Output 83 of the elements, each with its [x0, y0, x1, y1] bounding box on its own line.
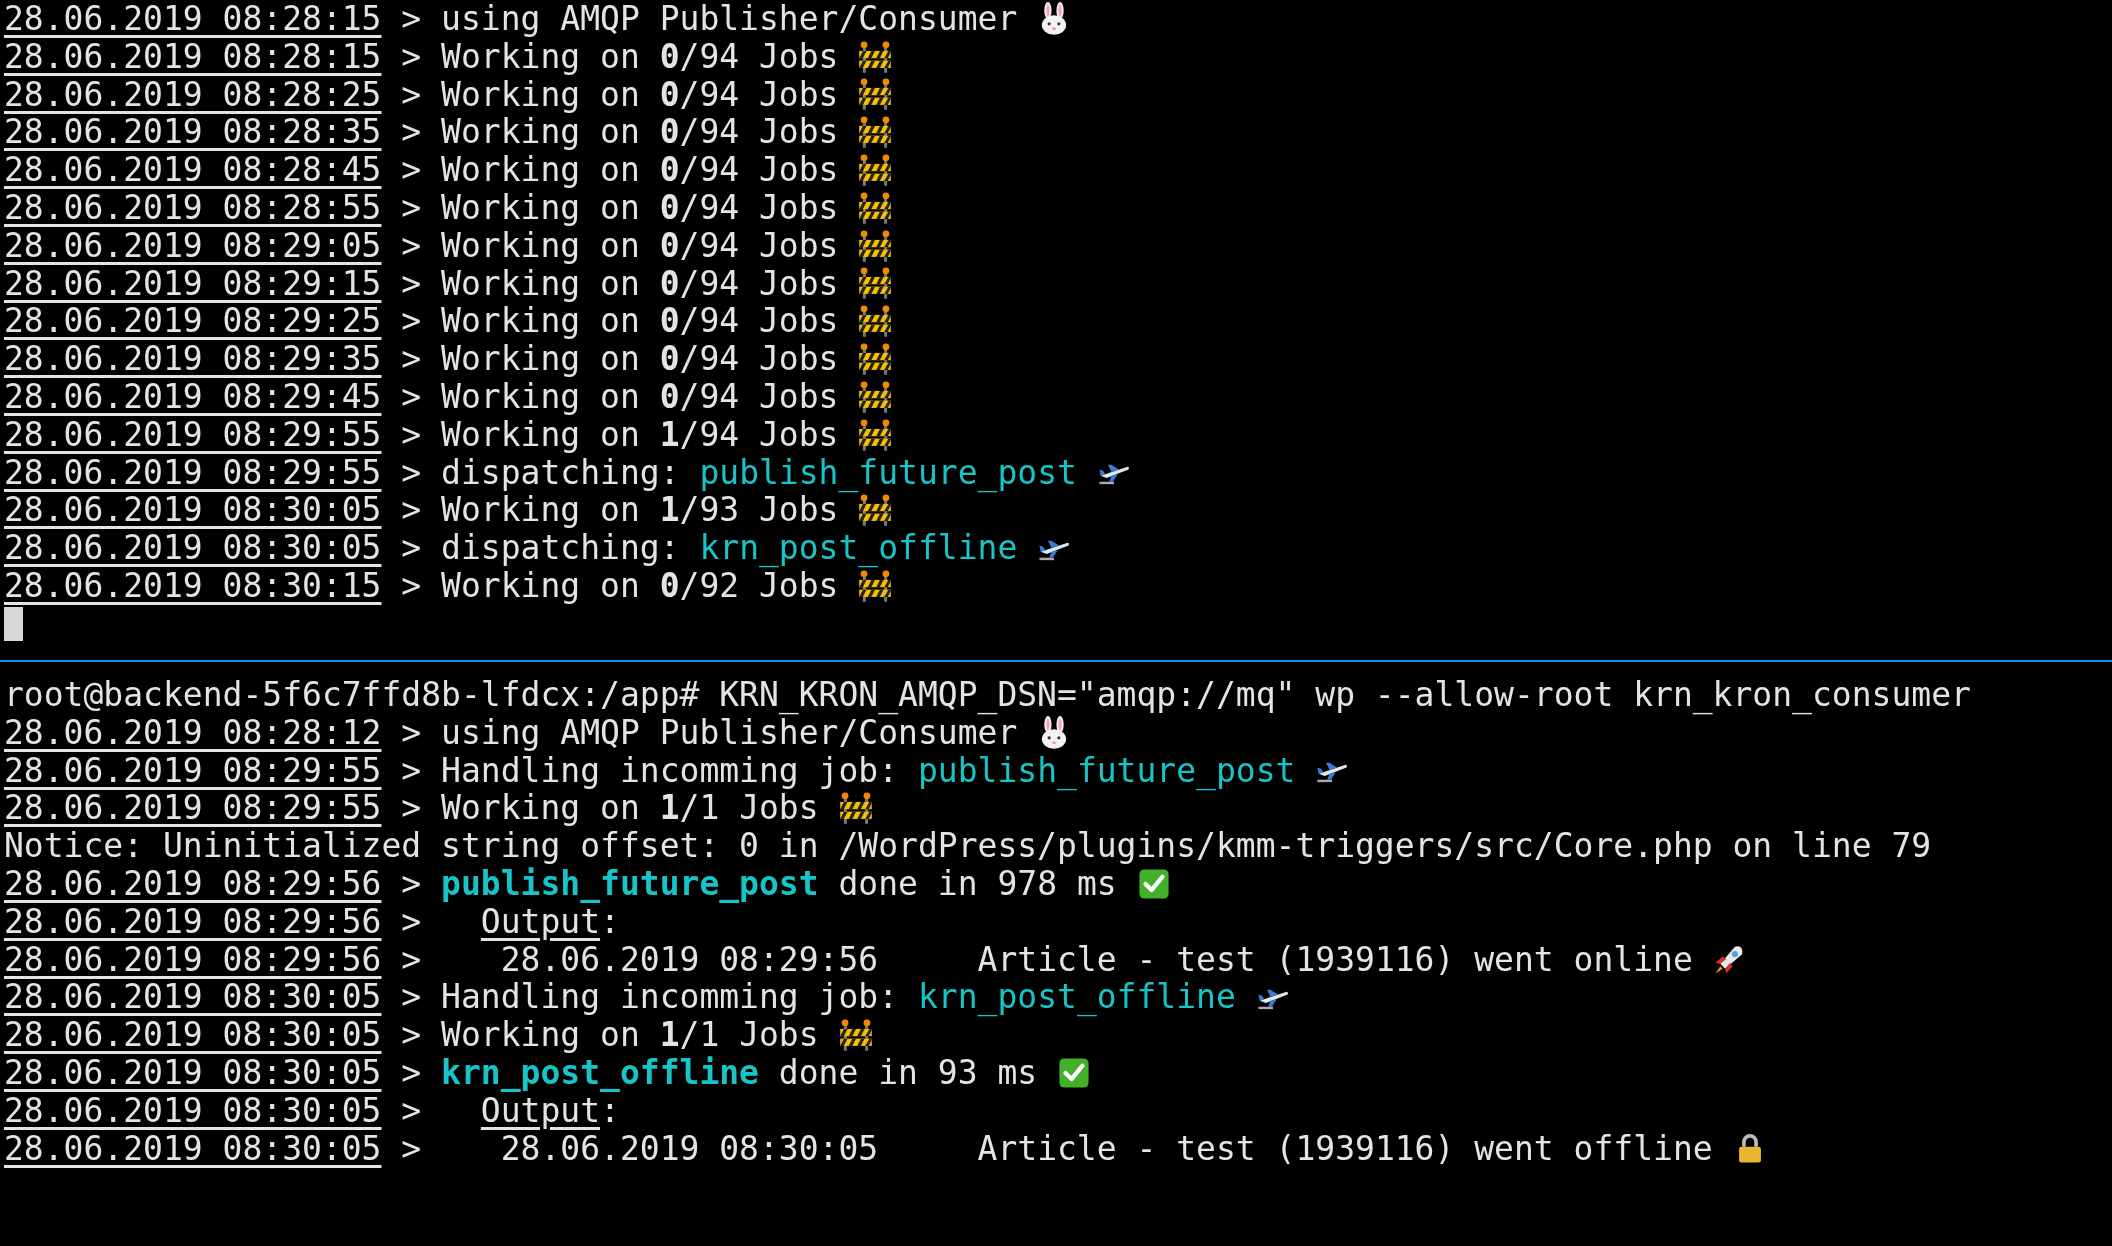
timestamp: 28.06.2019 08:28:55 — [4, 189, 382, 227]
log-text: > Working on 1/1 Jobs — [400, 1016, 819, 1054]
log-text: > Working on 0/94 Jobs — [400, 151, 839, 189]
timestamp: 28.06.2019 08:29:56 — [4, 865, 382, 903]
log-text: > Working on 1/93 Jobs — [400, 491, 839, 530]
barrier-icon — [858, 379, 893, 414]
log-text: > — [400, 1091, 423, 1130]
log-text: > dispatching: — [400, 453, 681, 492]
barrier-icon — [858, 39, 893, 74]
timestamp: 28.06.2019 08:29:15 — [4, 264, 382, 303]
output-label: Output — [480, 1091, 601, 1130]
log-text: > dispatching: — [400, 529, 681, 567]
timestamp: 28.06.2019 08:29:05 — [4, 226, 382, 265]
check-icon — [1136, 866, 1171, 901]
barrier-icon — [858, 153, 893, 188]
barrier-icon — [858, 266, 893, 301]
job-name: publish_future_post — [699, 453, 1077, 492]
timestamp: 28.06.2019 08:28:45 — [4, 151, 382, 189]
log-text: > using AMQP Publisher/Consumer — [400, 0, 1018, 38]
log-text: > — [400, 1053, 423, 1092]
log-text: > Working on 0/94 Jobs — [400, 37, 839, 76]
log-text: > 28.06.2019 08:29:56 Article - test (1939116) went online — [400, 940, 1693, 979]
timestamp: 28.06.2019 08:29:56 — [4, 902, 382, 941]
output-label: Output — [480, 902, 601, 941]
log-text: Notice: Uninitialized string offset: 0 in /WordPress/plugins/kmm-triggers/src/Core.php on line 79 — [4, 827, 1932, 865]
log-text: > Handling incomming job: — [400, 978, 900, 1017]
timestamp: 28.06.2019 08:29:25 — [4, 302, 382, 341]
log-text: > Working on 0/94 Jobs — [400, 226, 839, 265]
timestamp: 28.06.2019 08:28:25 — [4, 75, 382, 114]
timestamp: 28.06.2019 08:28:15 — [4, 37, 382, 76]
log-text: root@backend-5f6c7ffd8b-lfdcx:/app# KRN_KRON_AMQP_DSN="amqp://mq" wp --allow-root krn_kron_consumer — [4, 676, 1971, 714]
timestamp: 28.06.2019 08:29:45 — [4, 377, 382, 416]
barrier-icon — [858, 342, 893, 377]
barrier-icon — [858, 115, 893, 150]
timestamp: 28.06.2019 08:30:15 — [4, 566, 382, 605]
log-text: > Handling incomming job: — [400, 751, 900, 790]
barrier-icon — [838, 791, 873, 826]
log-text: > Working on 0/94 Jobs — [400, 75, 839, 114]
log-text: : — [600, 902, 620, 941]
log-text: > Working on 0/94 Jobs — [400, 189, 839, 227]
timestamp: 28.06.2019 08:28:35 — [4, 113, 382, 152]
log-text: > Working on 0/94 Jobs — [400, 340, 839, 378]
log-text: > Working on 1/1 Jobs — [400, 789, 819, 828]
log-text: > Working on 0/94 Jobs — [400, 377, 839, 416]
timestamp: 28.06.2019 08:28:12 — [4, 713, 382, 752]
log-text: > Working on 0/94 Jobs — [400, 113, 839, 152]
timestamp: 28.06.2019 08:30:05 — [4, 1016, 382, 1054]
log-text: > Working on 0/94 Jobs — [400, 302, 839, 341]
barrier-icon — [858, 417, 893, 452]
barrier-icon — [858, 228, 893, 263]
job-name: krn_post_offline — [699, 529, 1018, 567]
check-icon — [1057, 1055, 1092, 1090]
timestamp: 28.06.2019 08:30:05 — [4, 1053, 382, 1092]
timestamp: 28.06.2019 08:30:05 — [4, 1091, 382, 1130]
timestamp: 28.06.2019 08:29:56 — [4, 940, 382, 979]
log-text: done in 93 ms — [777, 1053, 1038, 1092]
timestamp: 28.06.2019 08:30:05 — [4, 978, 382, 1017]
log-text: > Working on 0/94 Jobs — [400, 264, 839, 303]
log-text: > 28.06.2019 08:30:05 Article - test (1939116) went offline — [400, 1129, 1713, 1168]
job-name: publish_future_post — [441, 865, 819, 903]
log-text: : — [600, 1091, 620, 1130]
timestamp: 28.06.2019 08:30:05 — [4, 1129, 382, 1168]
timestamp: 28.06.2019 08:29:55 — [4, 453, 382, 492]
timestamp: 28.06.2019 08:29:55 — [4, 789, 382, 828]
job-name: krn_post_offline — [441, 1053, 759, 1092]
timestamp: 28.06.2019 08:30:05 — [4, 529, 382, 567]
job-name: krn_post_offline — [917, 978, 1236, 1017]
log-text: > Working on 1/94 Jobs — [400, 415, 839, 454]
log-text: > — [400, 865, 423, 903]
timestamp: 28.06.2019 08:29:55 — [4, 415, 382, 454]
timestamp: 28.06.2019 08:28:15 — [4, 0, 382, 38]
job-name: publish_future_post — [917, 751, 1296, 790]
log-text: > — [400, 902, 423, 941]
barrier-icon — [858, 304, 893, 339]
timestamp: 28.06.2019 08:30:05 — [4, 491, 382, 530]
barrier-icon — [858, 568, 893, 603]
barrier-icon — [838, 1018, 873, 1053]
log-text: done in 978 ms — [837, 865, 1117, 903]
barrier-icon — [858, 493, 893, 528]
timestamp: 28.06.2019 08:29:55 — [4, 751, 382, 790]
barrier-icon — [858, 190, 893, 225]
barrier-icon — [858, 77, 893, 112]
timestamp: 28.06.2019 08:29:35 — [4, 340, 382, 378]
